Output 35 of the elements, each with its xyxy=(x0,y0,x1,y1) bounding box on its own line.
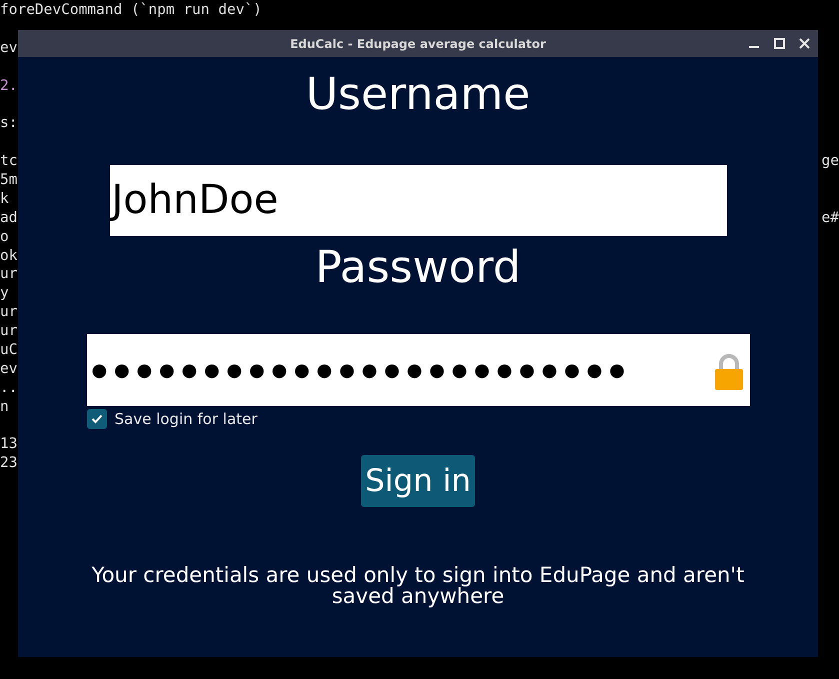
save-login-checkbox[interactable] xyxy=(86,409,106,429)
terminal-text: n xyxy=(0,398,9,417)
terminal-text: ur xyxy=(0,265,18,284)
terminal-text: 23 xyxy=(0,454,18,474)
terminal-text: uC xyxy=(0,341,18,360)
terminal-text: 5m xyxy=(0,171,18,190)
terminal-text: ad xyxy=(0,208,18,228)
terminal-text: k xyxy=(0,190,9,209)
terminal-text: y xyxy=(0,284,9,304)
password-field[interactable]: ●●●●●●●●●●●●●●●●●●●●●●●● xyxy=(86,334,750,406)
terminal-text: ok xyxy=(0,246,18,266)
close-icon[interactable] xyxy=(799,38,810,49)
username-label: Username xyxy=(306,68,530,122)
terminal-text: e# xyxy=(822,208,839,228)
username-field[interactable]: JohnDoe xyxy=(110,165,726,236)
terminal-text: 2. xyxy=(0,76,18,96)
terminal-text: 13 xyxy=(0,435,18,454)
maximize-icon[interactable] xyxy=(774,38,785,49)
terminal-text: tc xyxy=(0,152,18,172)
checkmark-icon xyxy=(90,414,102,424)
terminal-text: s: xyxy=(0,114,18,134)
terminal-text: o xyxy=(0,228,9,247)
terminal-text: ev xyxy=(0,38,18,58)
save-login-label: Save login for later xyxy=(114,410,258,428)
lock-icon xyxy=(714,354,744,390)
terminal-text: foreDevCommand (`npm run dev`) xyxy=(0,1,262,20)
terminal-text: ur xyxy=(0,322,18,342)
terminal-text: ge xyxy=(822,152,839,172)
sign-in-button[interactable]: Sign in xyxy=(361,455,475,507)
privacy-notice: Your credentials are used only to sign into EduPage and aren't saved anywhere xyxy=(90,565,746,607)
terminal-text: .. xyxy=(0,378,18,398)
window-title: EduCalc - Edupage average calculator xyxy=(290,36,546,50)
terminal-text: ur xyxy=(0,303,18,322)
password-label: Password xyxy=(315,241,521,295)
terminal-text: ev xyxy=(0,360,18,379)
